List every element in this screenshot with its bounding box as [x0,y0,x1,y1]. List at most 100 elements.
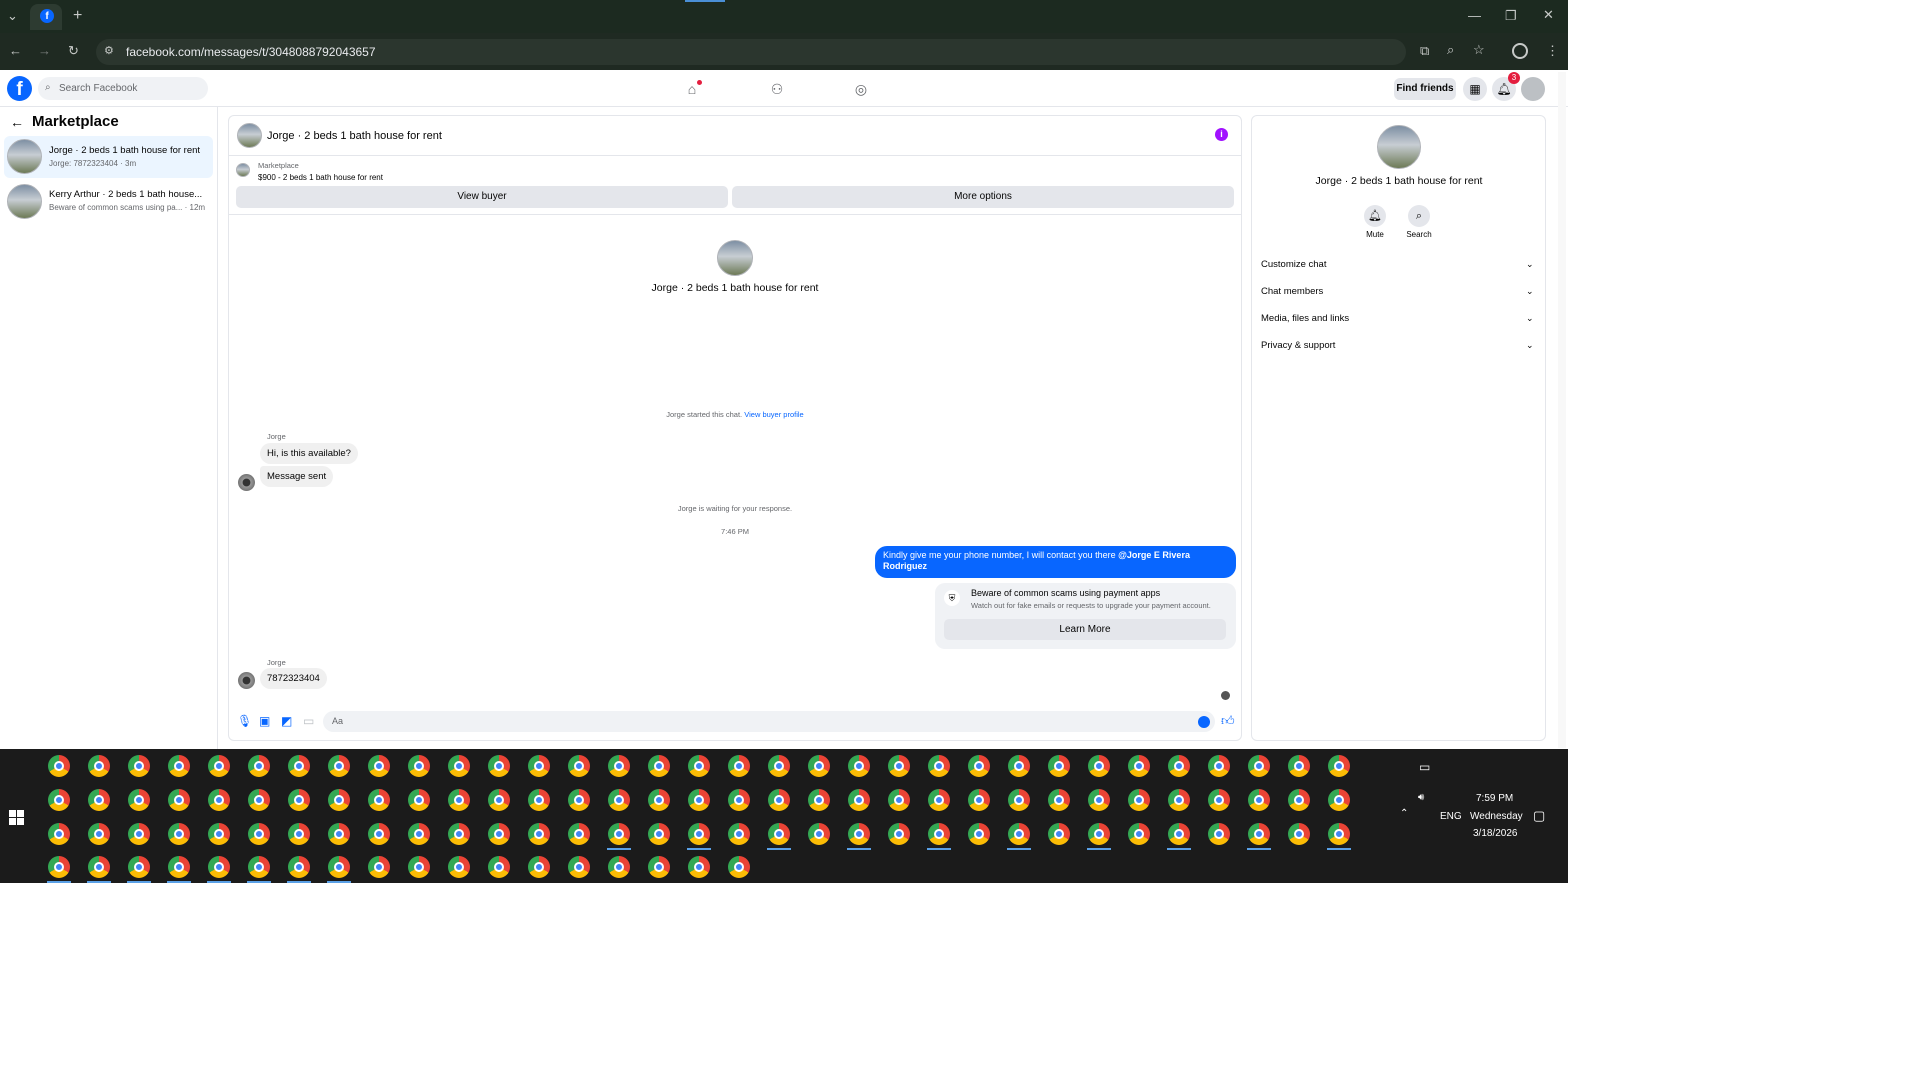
message-bubble[interactable]: Message sent [260,466,334,487]
reload-icon[interactable]: ↻ [68,43,79,59]
chat-title[interactable]: Jorge · 2 beds 1 bath house for rent [267,130,442,142]
chrome-taskbar-icon[interactable] [448,755,470,777]
chrome-taskbar-icon[interactable] [127,856,151,883]
chrome-taskbar-icon[interactable] [608,789,630,811]
back-arrow-icon[interactable]: ← [10,114,24,130]
chrome-taskbar-icon[interactable] [168,789,190,811]
chrome-taskbar-icon[interactable] [167,856,191,883]
chrome-taskbar-icon[interactable] [687,823,711,850]
chrome-taskbar-icon[interactable] [928,755,950,777]
chrome-taskbar-icon[interactable] [728,856,750,878]
chevron-down-icon[interactable]: ⌄ [1526,340,1534,351]
chrome-taskbar-icon[interactable] [88,823,110,845]
chrome-taskbar-icon[interactable] [968,789,990,811]
chrome-taskbar-icon[interactable] [848,789,870,811]
chrome-taskbar-icon[interactable] [248,755,270,777]
minimize-icon[interactable]: — [1468,8,1481,23]
chrome-taskbar-icon[interactable] [288,755,310,777]
chrome-taskbar-icon[interactable] [247,856,271,883]
chrome-taskbar-icon[interactable] [888,755,910,777]
info-icon[interactable]: i [1215,128,1228,141]
chrome-taskbar-icon[interactable] [808,789,830,811]
chrome-taskbar-icon[interactable] [168,823,190,845]
tab-search-icon[interactable]: ⌄ [7,8,18,24]
chrome-taskbar-icon[interactable] [648,823,670,845]
chrome-taskbar-icon[interactable] [327,856,351,883]
account-avatar[interactable] [1521,77,1545,101]
chrome-taskbar-icon[interactable] [728,755,750,777]
chrome-taskbar-icon[interactable] [408,755,430,777]
chrome-taskbar-icon[interactable] [688,789,710,811]
chrome-taskbar-icon[interactable] [1008,755,1030,777]
chrome-taskbar-icon[interactable] [528,755,550,777]
chrome-taskbar-icon[interactable] [608,755,630,777]
chrome-taskbar-icon[interactable] [1168,755,1190,777]
chrome-taskbar-icon[interactable] [408,789,430,811]
chrome-taskbar-icon[interactable] [488,856,510,878]
chrome-taskbar-icon[interactable] [1087,823,1111,850]
chevron-down-icon[interactable]: ⌄ [1526,286,1534,297]
chrome-taskbar-icon[interactable] [608,856,630,878]
chrome-taskbar-icon[interactable] [128,755,150,777]
chrome-taskbar-icon[interactable] [648,856,670,878]
chrome-taskbar-icon[interactable] [448,823,470,845]
chrome-taskbar-icon[interactable] [1328,789,1350,811]
new-tab-icon[interactable]: + [73,7,82,25]
chrome-taskbar-icon[interactable] [1167,823,1191,850]
install-app-icon[interactable]: ⧉ [1420,43,1429,59]
chrome-menu-icon[interactable]: ⋮ [1546,43,1559,59]
chrome-taskbar-icon[interactable] [728,789,750,811]
language-indicator[interactable]: ENG [1440,811,1462,822]
chrome-taskbar-icon[interactable] [408,856,430,878]
chrome-taskbar-icon[interactable] [368,856,390,878]
gif-icon[interactable]: ▭ [303,714,314,728]
sender-avatar[interactable] [238,474,255,491]
back-icon[interactable]: ← [9,43,22,58]
customize-chat-item[interactable]: Customize chat [1261,259,1326,270]
chrome-taskbar-icon[interactable] [47,856,71,883]
chrome-taskbar-icon[interactable] [1208,755,1230,777]
chrome-taskbar-icon[interactable] [1048,789,1070,811]
chrome-taskbar-icon[interactable] [568,856,590,878]
chrome-taskbar-icon[interactable] [528,856,550,878]
message-bubble[interactable]: Hi, is this available? [260,443,358,464]
chrome-taskbar-icon[interactable] [1048,755,1070,777]
chrome-taskbar-icon[interactable] [888,823,910,845]
message-bubble[interactable]: 7872323404 [260,668,327,689]
desktop-icon[interactable]: ▭ [1419,760,1430,774]
url-text[interactable]: facebook.com/messages/t/3048088792043657 [126,45,376,59]
chrome-taskbar-icon[interactable] [128,789,150,811]
clock-date[interactable]: 3/18/2026 [1473,828,1518,839]
find-friends-button[interactable]: Find friends [1394,78,1456,100]
clock-day[interactable]: Wednesday [1470,811,1523,822]
privacy-support-item[interactable]: Privacy & support [1261,340,1335,351]
search-icon[interactable]: ⌕ [1408,205,1430,227]
chrome-taskbar-icon[interactable] [1247,823,1271,850]
chrome-taskbar-icon[interactable] [48,823,70,845]
chrome-taskbar-icon[interactable] [847,823,871,850]
chrome-taskbar-icon[interactable] [488,823,510,845]
chrome-taskbar-icon[interactable] [1128,755,1150,777]
chrome-taskbar-icon[interactable] [1088,755,1110,777]
chrome-taskbar-icon[interactable] [368,823,390,845]
chrome-taskbar-icon[interactable] [688,856,710,878]
chrome-taskbar-icon[interactable] [928,789,950,811]
chrome-taskbar-icon[interactable] [87,856,111,883]
chrome-taskbar-icon[interactable] [1328,755,1350,777]
view-buyer-profile-link[interactable]: View buyer profile [744,410,803,419]
chrome-taskbar-icon[interactable] [408,823,430,845]
chrome-taskbar-icon[interactable] [287,856,311,883]
chrome-taskbar-icon[interactable] [1288,823,1310,845]
chrome-taskbar-icon[interactable] [848,755,870,777]
chrome-taskbar-icon[interactable] [88,789,110,811]
chrome-taskbar-icon[interactable] [488,789,510,811]
microphone-icon[interactable]: 🎙︎ [237,714,252,728]
chrome-taskbar-icon[interactable] [207,856,231,883]
menu-grid-icon[interactable]: ▦ [1463,77,1487,101]
chrome-taskbar-icon[interactable] [568,823,590,845]
chrome-taskbar-icon[interactable] [368,755,390,777]
chrome-taskbar-icon[interactable] [1007,823,1031,850]
chrome-taskbar-icon[interactable] [768,789,790,811]
chrome-taskbar-icon[interactable] [128,823,150,845]
like-icon[interactable]: 👍︎ [1221,713,1235,729]
